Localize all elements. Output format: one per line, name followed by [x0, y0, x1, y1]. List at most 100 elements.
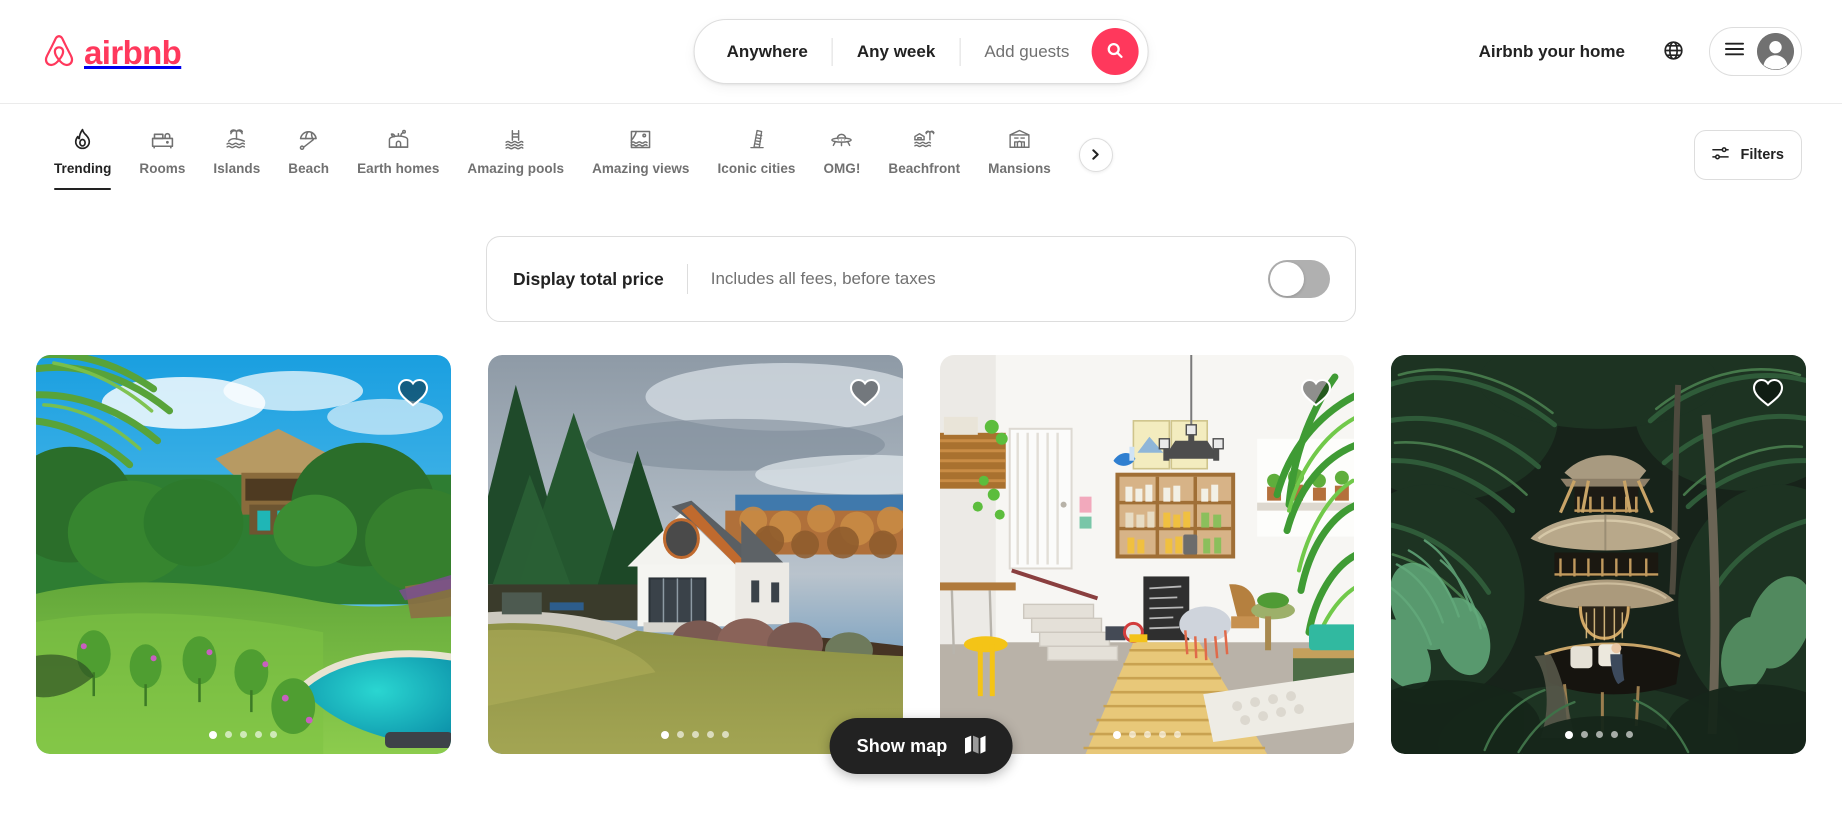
show-map-label: Show map — [856, 735, 948, 756]
header-right-actions: Airbnb your home — [1461, 27, 1802, 76]
category-rooms[interactable]: Rooms — [125, 126, 199, 190]
search-location-button[interactable]: Anywhere — [695, 20, 832, 83]
airbnb-belo-logo-icon — [40, 32, 78, 72]
carousel-dot[interactable] — [1128, 731, 1136, 738]
category-amazing-pools[interactable]: Amazing pools — [453, 126, 578, 190]
carousel-dot[interactable] — [1580, 731, 1588, 738]
carousel-dot[interactable] — [1143, 731, 1151, 738]
category-earth-homes[interactable]: Earth homes — [343, 126, 453, 190]
pool-icon — [503, 126, 528, 152]
display-total-price-panel: Display total price Includes all fees, b… — [486, 236, 1356, 322]
airbnb-wordmark: airbnb — [84, 34, 182, 71]
listing-card[interactable] — [36, 355, 451, 754]
language-globe-button[interactable] — [1651, 30, 1695, 74]
category-label: Iconic cities — [717, 161, 796, 176]
listing-photo — [1391, 355, 1806, 754]
photo-carousel-dots[interactable] — [1564, 731, 1633, 739]
price-panel-container: Display total price Includes all fees, b… — [0, 236, 1842, 322]
site-header: airbnb Anywhere Any week Add guests Airb… — [0, 0, 1842, 104]
carousel-dot[interactable] — [1173, 731, 1181, 738]
favorite-heart-icon[interactable] — [1752, 377, 1784, 407]
bed-room-icon — [150, 126, 175, 152]
photo-carousel-dots[interactable] — [661, 731, 730, 739]
category-label: OMG! — [823, 161, 861, 176]
carousel-dot[interactable] — [1595, 731, 1603, 738]
carousel-dot[interactable] — [692, 731, 700, 738]
carousel-dot[interactable] — [722, 731, 730, 738]
search-guests-button[interactable]: Add guests — [960, 20, 1091, 83]
category-label: Trending — [54, 161, 112, 176]
category-label: Rooms — [139, 161, 186, 176]
user-avatar-icon — [1757, 33, 1794, 70]
show-map-button[interactable]: Show map — [829, 718, 1013, 774]
category-beach[interactable]: Beach — [274, 126, 343, 190]
price-panel-divider — [686, 264, 688, 294]
photo-carousel-dots[interactable] — [209, 731, 278, 739]
categories-next-button[interactable] — [1078, 138, 1113, 172]
globe-icon — [1663, 40, 1684, 64]
beachfront-icon — [912, 126, 937, 152]
filters-label: Filters — [1740, 147, 1784, 163]
price-panel-subtitle: Includes all fees, before taxes — [710, 269, 936, 288]
carousel-dot[interactable] — [1564, 731, 1573, 739]
profile-menu-button[interactable] — [1709, 27, 1802, 76]
favorite-heart-icon[interactable] — [397, 377, 429, 407]
category-label: Amazing pools — [467, 161, 565, 176]
search-bar[interactable]: Anywhere Any week Add guests — [693, 19, 1149, 84]
category-trending[interactable]: Trending — [40, 126, 125, 190]
carousel-dot[interactable] — [270, 731, 278, 738]
airbnb-logo-link[interactable]: airbnb — [40, 32, 182, 72]
carousel-dot[interactable] — [661, 731, 670, 739]
carousel-dot[interactable] — [677, 731, 685, 738]
carousel-dot[interactable] — [255, 731, 263, 738]
search-submit-button[interactable] — [1091, 28, 1139, 75]
earth-home-icon — [386, 126, 411, 152]
filters-button[interactable]: Filters — [1694, 130, 1802, 180]
flame-icon — [70, 126, 95, 152]
listing-card[interactable] — [939, 355, 1355, 754]
category-label: Earth homes — [357, 161, 440, 176]
listing-photo — [36, 355, 451, 754]
sliders-icon — [1712, 145, 1730, 165]
chevron-right-icon — [1090, 148, 1101, 163]
category-list: Trending Rooms Islands Beach Earth homes… — [40, 126, 1660, 190]
beach-umbrella-icon — [296, 126, 321, 152]
carousel-dot[interactable] — [209, 731, 218, 739]
category-label: Beach — [288, 161, 330, 176]
listing-card[interactable] — [487, 355, 903, 754]
display-total-price-toggle[interactable] — [1268, 260, 1330, 298]
search-dates-button[interactable]: Any week — [833, 20, 959, 83]
category-islands[interactable]: Islands — [199, 126, 274, 190]
category-label: Mansions — [988, 161, 1051, 176]
category-beachfront[interactable]: Beachfront — [874, 126, 974, 190]
listings-grid — [0, 322, 1842, 754]
carousel-dot[interactable] — [1625, 731, 1633, 738]
listing-photo — [487, 355, 903, 754]
carousel-dot[interactable] — [1112, 731, 1121, 739]
folded-map-icon — [963, 734, 986, 758]
island-palm-icon — [224, 126, 249, 152]
favorite-heart-icon[interactable] — [1300, 377, 1332, 407]
listing-card[interactable] — [1391, 355, 1806, 754]
category-mansions[interactable]: Mansions — [974, 126, 1065, 190]
carousel-dot[interactable] — [1158, 731, 1166, 738]
category-label: Islands — [213, 161, 261, 176]
ufo-icon — [829, 126, 854, 152]
listing-photo — [939, 355, 1355, 754]
category-amazing-views[interactable]: Amazing views — [578, 126, 703, 190]
category-iconic-cities[interactable]: Iconic cities — [704, 126, 810, 190]
landscape-view-icon — [628, 126, 653, 152]
carousel-dot[interactable] — [240, 731, 248, 738]
hamburger-menu-icon — [1725, 42, 1744, 61]
carousel-dot[interactable] — [225, 731, 233, 738]
photo-carousel-dots[interactable] — [1112, 731, 1181, 739]
carousel-dot[interactable] — [707, 731, 715, 738]
category-label: Beachfront — [888, 161, 961, 176]
airbnb-your-home-button[interactable]: Airbnb your home — [1461, 28, 1643, 76]
category-omg[interactable]: OMG! — [809, 126, 874, 190]
toggle-knob — [1270, 262, 1304, 296]
favorite-heart-icon[interactable] — [849, 377, 881, 407]
category-nav-bar: Trending Rooms Islands Beach Earth homes… — [0, 104, 1842, 236]
mansion-icon — [1007, 126, 1032, 152]
carousel-dot[interactable] — [1610, 731, 1618, 738]
